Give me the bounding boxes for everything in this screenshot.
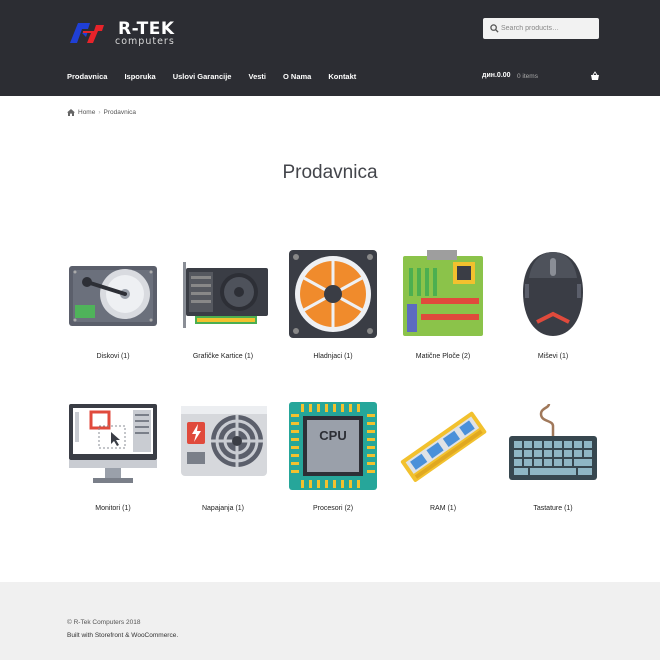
category-label: Procesori (2) [312,505,354,512]
category-label: Monitori (1) [95,505,131,512]
footer-copyright: © R-Tek Computers 2018 [67,619,141,626]
product-search [483,18,599,39]
nav-item-kontakt[interactable]: Kontakt [328,72,356,81]
category-label: Hladnjaci (1) [313,353,353,360]
category-label: Grafičke Kartice (1) [192,353,254,360]
site-footer: © R-Tek Computers 2018 Built with Storef… [0,582,660,660]
category-card-procesori[interactable]: CPU Procesori (2) [281,400,385,525]
cart-item-count: 0 items [517,72,538,80]
breadcrumb-separator: › [98,109,101,116]
category-label: Tastature (1) [533,505,573,512]
cpu-icon: CPU [289,402,377,490]
search-icon [490,24,499,33]
breadcrumb-current: Prodavnica [103,109,137,116]
logo-tagline: computers [115,36,175,47]
site-logo[interactable]: R-TEK computers [68,18,188,48]
cart-amount: дин.0.00 [482,72,511,79]
category-label: Napajanja (1) [201,505,245,512]
nav-item-o-nama[interactable]: O Nama [283,72,311,81]
category-card-graficke-kartice[interactable]: Grafičke Kartice (1) [171,248,275,373]
cooling-fan-icon [289,250,377,338]
category-label: Diskovi (1) [96,353,130,360]
category-card-diskovi[interactable]: Diskovi (1) [61,248,165,373]
breadcrumb-home[interactable]: Home [78,109,95,116]
site-header: R-TEK computers Prodavnica Isporuka Uslo… [0,0,660,96]
footer-credit[interactable]: Built with Storefront & WooCommerce. [67,632,178,639]
category-card-misevi[interactable]: Miševi (1) [501,248,605,373]
category-label: Matične Ploče (2) [415,353,471,360]
power-supply-icon [181,406,267,476]
ram-icon [400,411,487,482]
header-cart[interactable]: дин.0.00 0 items [482,71,602,82]
category-label: Miševi (1) [537,353,569,360]
primary-nav: Prodavnica Isporuka Uslovi Garancije Ves… [67,72,373,81]
home-icon [67,109,75,116]
hard-drive-icon [69,266,157,326]
keyboard-icon [509,403,597,480]
cpu-chip-text: CPU [319,428,346,443]
page-title: Prodavnica [282,162,378,183]
motherboard-icon [403,250,483,336]
category-card-ram[interactable]: RAM (1) [391,400,495,525]
breadcrumb: Home › Prodavnica [67,109,136,116]
shopping-basket-icon [591,71,599,80]
category-label: RAM (1) [429,505,457,512]
mouse-icon [523,252,583,336]
graphics-card-icon [183,262,268,328]
search-input[interactable] [501,21,595,36]
nav-item-prodavnica[interactable]: Prodavnica [67,72,107,81]
logo-mark-icon [70,23,104,43]
category-card-tastature[interactable]: Tastature (1) [501,400,605,525]
monitor-icon [69,404,157,483]
category-card-napajanja[interactable]: Napajanja (1) [171,400,275,525]
category-card-hladnjaci[interactable]: Hladnjaci (1) [281,248,385,373]
category-card-maticne-ploce[interactable]: Matične Ploče (2) [391,248,495,373]
nav-item-isporuka[interactable]: Isporuka [124,72,155,81]
nav-item-vesti[interactable]: Vesti [248,72,266,81]
nav-item-uslovi-garancije[interactable]: Uslovi Garancije [173,72,232,81]
category-card-monitori[interactable]: Monitori (1) [61,400,165,525]
